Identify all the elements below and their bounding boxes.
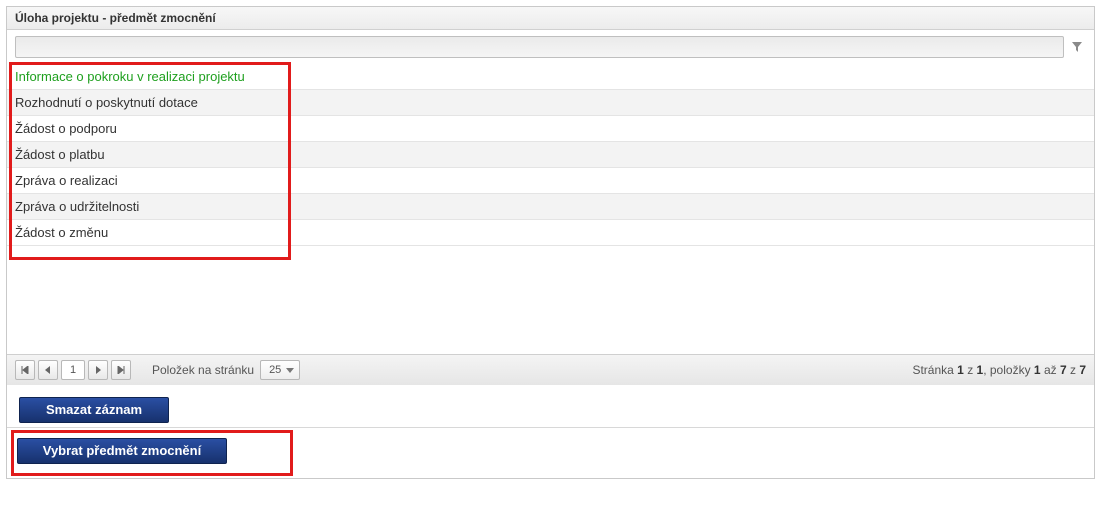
pager-summary: Stránka 1 z 1, položky 1 až 7 z 7 <box>912 363 1086 377</box>
panel-title: Úloha projektu - předmět zmocnění <box>7 7 1094 30</box>
button-row-1: Smazat záznam <box>7 385 1094 428</box>
pager-first-button[interactable] <box>15 360 35 380</box>
panel: Úloha projektu - předmět zmocnění Inform… <box>6 6 1095 479</box>
pager-summary-item-from: 1 <box>1034 363 1041 377</box>
pager-summary-text: , položky <box>983 363 1034 377</box>
table-row[interactable]: Žádost o změnu <box>7 220 1094 246</box>
pager-page-input[interactable]: 1 <box>61 360 85 380</box>
table-row[interactable]: Informace o pokroku v realizaci projektu <box>7 64 1094 90</box>
pager-prev-button[interactable] <box>38 360 58 380</box>
pager-per-page-label: Položek na stránku <box>152 363 254 377</box>
pager-summary-text: z <box>1067 363 1080 377</box>
pager-summary-text: Stránka <box>912 363 957 377</box>
pager-summary-page-cur: 1 <box>957 363 964 377</box>
grid: Informace o pokroku v realizaci projektu… <box>7 64 1094 354</box>
pager-summary-text: z <box>964 363 977 377</box>
pager-summary-item-to: 7 <box>1060 363 1067 377</box>
pager-next-button[interactable] <box>88 360 108 380</box>
button-row-2: Vybrat předmět zmocnění <box>7 428 1094 478</box>
pager: 1 Položek na stránku 25 Stránka 1 z 1, p… <box>7 354 1094 385</box>
table-row[interactable]: Žádost o platbu <box>7 142 1094 168</box>
pager-summary-text: až <box>1041 363 1060 377</box>
grid-empty-space <box>7 246 1094 354</box>
filter-icon[interactable] <box>1068 37 1086 57</box>
pager-per-page-select[interactable]: 25 <box>260 360 300 380</box>
delete-button[interactable]: Smazat záznam <box>19 397 169 423</box>
pager-summary-item-total: 7 <box>1079 363 1086 377</box>
table-row[interactable]: Rozhodnutí o poskytnutí dotace <box>7 90 1094 116</box>
select-subject-button[interactable]: Vybrat předmět zmocnění <box>17 438 227 464</box>
pager-last-button[interactable] <box>111 360 131 380</box>
table-row[interactable]: Zpráva o udržitelnosti <box>7 194 1094 220</box>
filter-input[interactable] <box>15 36 1064 58</box>
filter-bar <box>7 30 1094 64</box>
table-row[interactable]: Žádost o podporu <box>7 116 1094 142</box>
table-row[interactable]: Zpráva o realizaci <box>7 168 1094 194</box>
